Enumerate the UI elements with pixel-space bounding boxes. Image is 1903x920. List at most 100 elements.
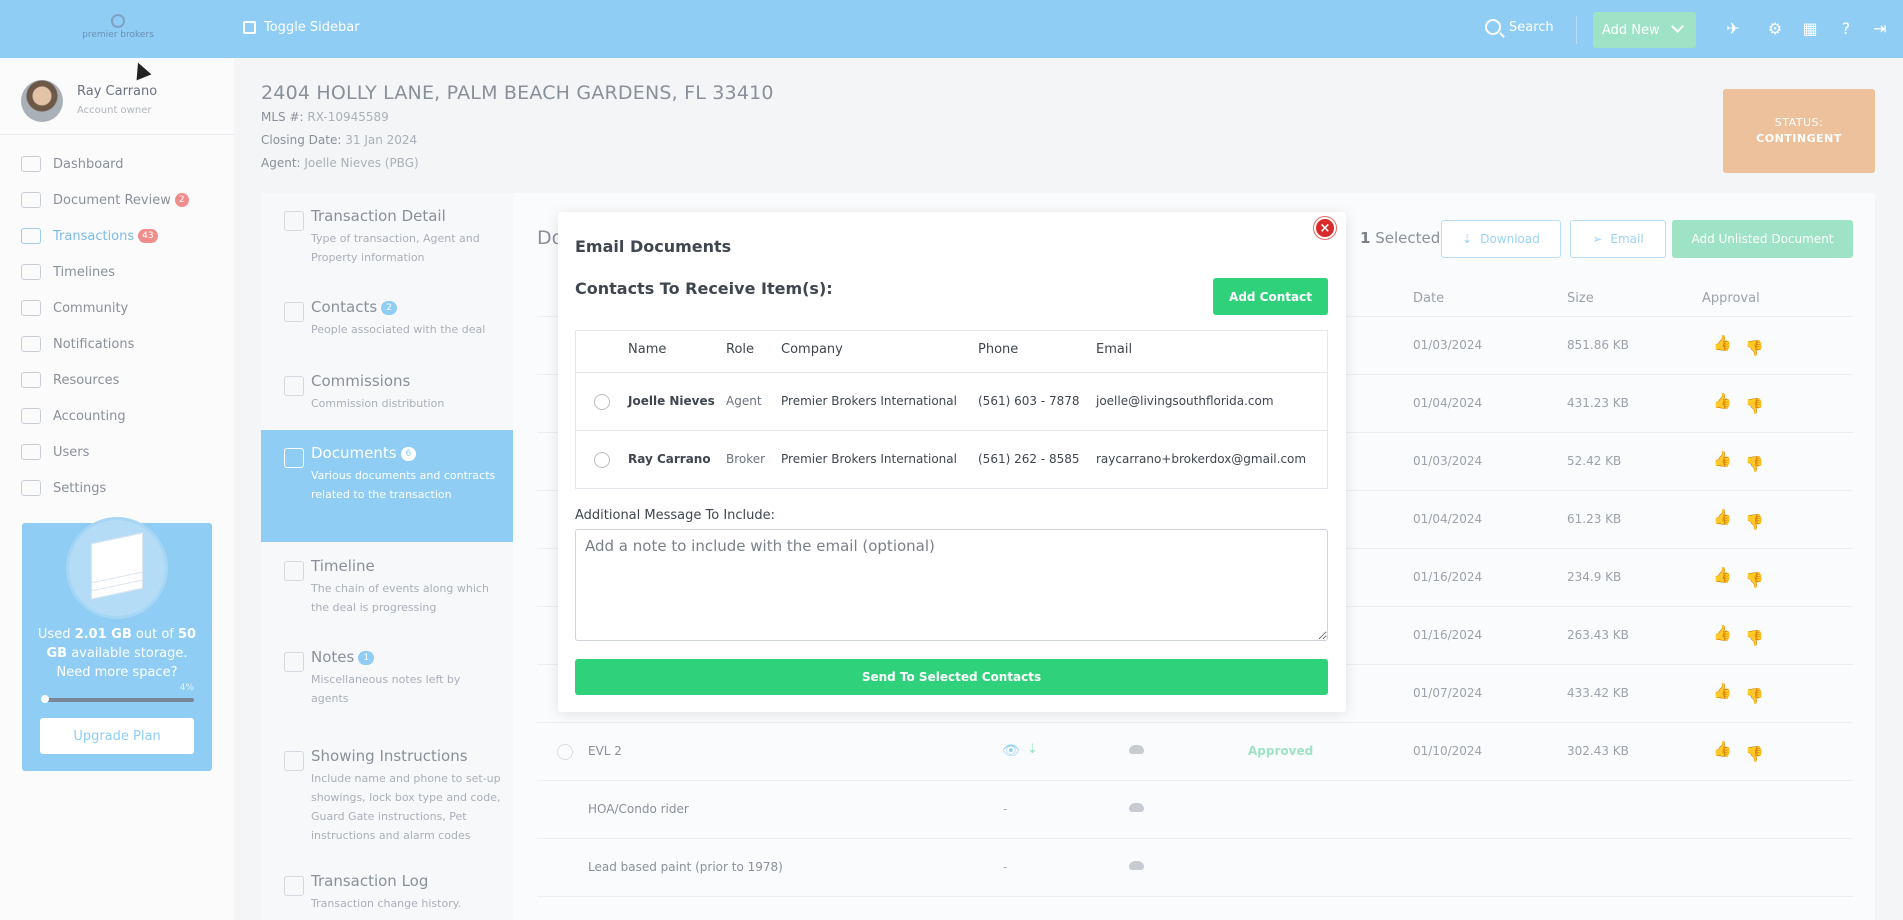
- timeline-icon: [284, 561, 304, 581]
- table-row[interactable]: HOA/Condo rider -: [537, 781, 1853, 839]
- company-logo[interactable]: premier brokers: [80, 14, 156, 46]
- timelines-icon: [21, 264, 41, 280]
- thumbs-up-icon[interactable]: 👍: [1713, 740, 1732, 758]
- property-address: 2404 HOLLY LANE, PALM BEACH GARDENS, FL …: [261, 82, 774, 104]
- storage-papers-icon: [66, 517, 168, 619]
- count-badge: 2: [174, 193, 189, 207]
- add-contact-button[interactable]: Add Contact: [1213, 278, 1328, 315]
- storage-progress-handle: [41, 695, 49, 703]
- column-size[interactable]: Size: [1567, 291, 1594, 306]
- sidebar-item-transactions[interactable]: Transactions 43: [21, 226, 158, 246]
- contacts-table-header: Name Role Company Phone Email: [576, 331, 1327, 373]
- sidebar-item-users[interactable]: Users: [21, 442, 89, 462]
- tab-transaction-log[interactable]: Transaction Log Transaction change histo…: [261, 858, 513, 920]
- sidebar-divider: [0, 134, 234, 135]
- count-badge: 2: [381, 301, 397, 315]
- cloud-upload-icon[interactable]: [1129, 803, 1144, 812]
- tab-description: Type of transaction, Agent and Property …: [311, 232, 480, 264]
- tab-timeline[interactable]: Timeline The chain of events along which…: [261, 543, 513, 631]
- sidebar-item-resources[interactable]: Resources: [21, 370, 119, 390]
- sidebar-toggle-icon: [243, 21, 256, 34]
- calculator-icon[interactable]: ▦: [1801, 20, 1819, 38]
- thumbs-up-icon[interactable]: 👍: [1713, 450, 1732, 468]
- thumbs-down-icon[interactable]: 👎: [1745, 571, 1764, 589]
- add-unlisted-document-button[interactable]: Add Unlisted Document: [1672, 220, 1853, 258]
- count-badge: 6: [400, 447, 417, 461]
- avatar[interactable]: [21, 80, 63, 122]
- column-date[interactable]: Date: [1413, 291, 1444, 306]
- row-select-radio[interactable]: [557, 744, 573, 760]
- send-to-selected-contacts-button[interactable]: Send To Selected Contacts: [575, 659, 1328, 695]
- community-icon: [21, 300, 41, 316]
- table-row[interactable]: Lead based paint (prior to 1978) -: [537, 839, 1853, 897]
- sidebar-item-label: Notifications: [53, 336, 135, 352]
- search-button[interactable]: Search: [1485, 19, 1554, 35]
- thumbs-down-icon[interactable]: 👎: [1745, 455, 1764, 473]
- thumbs-up-icon[interactable]: 👍: [1713, 682, 1732, 700]
- tab-documents[interactable]: Documents 6 Various documents and contrac…: [261, 430, 513, 542]
- add-new-dropdown[interactable]: Add New: [1593, 12, 1696, 48]
- transaction-tabs: Transaction Detail Type of transaction, …: [261, 193, 513, 920]
- tab-description: The chain of events along which the deal…: [311, 582, 489, 614]
- cloud-upload-icon[interactable]: [1129, 861, 1144, 870]
- thumbs-down-icon[interactable]: 👎: [1745, 629, 1764, 647]
- eye-icon[interactable]: 👁: [1002, 743, 1020, 759]
- users-icon: [21, 444, 41, 460]
- download-button[interactable]: ⇣ Download: [1441, 220, 1561, 258]
- top-bar: premier brokers Toggle Sidebar Search Ad…: [0, 0, 1903, 58]
- approval-status: Approved: [1248, 744, 1314, 758]
- thumbs-down-icon[interactable]: 👎: [1745, 513, 1764, 531]
- sidebar-item-document-review[interactable]: Document Review 2: [21, 190, 189, 210]
- sidebar-item-notifications[interactable]: Notifications: [21, 334, 134, 354]
- contact-select-radio[interactable]: [594, 394, 610, 410]
- thumbs-down-icon[interactable]: 👎: [1745, 745, 1764, 763]
- thumbs-down-icon[interactable]: 👎: [1745, 397, 1764, 415]
- thumbs-up-icon[interactable]: 👍: [1713, 566, 1732, 584]
- status-value: CONTINGENT: [1756, 132, 1842, 145]
- tab-showing-instructions[interactable]: Showing Instructions Include name and ph…: [261, 733, 513, 843]
- message-textarea[interactable]: [575, 529, 1328, 641]
- logout-icon[interactable]: ⇥: [1871, 20, 1889, 38]
- close-icon[interactable]: ×: [1314, 217, 1336, 239]
- tab-notes[interactable]: Notes 1 Miscellaneous notes left by agent…: [261, 634, 513, 722]
- tab-description: People associated with the deal: [311, 323, 486, 336]
- contact-row[interactable]: Joelle Nieves Agent Premier Brokers Inte…: [576, 373, 1327, 431]
- toggle-sidebar-button[interactable]: Toggle Sidebar: [243, 20, 360, 35]
- message-label: Additional Message To Include:: [575, 508, 776, 523]
- sidebar-item-label: Accounting: [53, 408, 126, 424]
- sidebar-item-label: Transactions: [53, 228, 135, 244]
- resources-icon: [21, 372, 41, 388]
- document-name[interactable]: EVL 2: [588, 744, 622, 758]
- tab-title: Documents 6: [311, 444, 417, 462]
- selected-count: 1 Selected: [1360, 229, 1441, 247]
- tab-description: Commission distribution: [311, 397, 445, 410]
- table-row[interactable]: EVL 2 👁 ⇣ Approved 01/10/2024 302.43 KB …: [537, 723, 1853, 781]
- sidebar-item-timelines[interactable]: Timelines: [21, 262, 115, 282]
- gear-icon[interactable]: ⚙: [1766, 20, 1784, 38]
- sidebar-item-accounting[interactable]: Accounting: [21, 406, 126, 426]
- thumbs-up-icon[interactable]: 👍: [1713, 508, 1732, 526]
- tab-description: Transaction change history.: [311, 897, 462, 910]
- thumbs-up-icon[interactable]: 👍: [1713, 334, 1732, 352]
- email-button[interactable]: ➢ Email: [1570, 220, 1666, 258]
- thumbs-up-icon[interactable]: 👍: [1713, 392, 1732, 410]
- tab-transaction-detail[interactable]: Transaction Detail Type of transaction, …: [261, 193, 513, 281]
- tab-title: Transaction Log: [311, 872, 429, 890]
- contact-select-radio[interactable]: [594, 452, 610, 468]
- upgrade-plan-button[interactable]: Upgrade Plan: [40, 718, 194, 754]
- topbar-divider: [1576, 16, 1577, 44]
- sidebar-item-settings[interactable]: Settings: [21, 478, 106, 498]
- sidebar-item-community[interactable]: Community: [21, 298, 128, 318]
- download-icon[interactable]: ⇣: [1027, 742, 1038, 757]
- thumbs-down-icon[interactable]: 👎: [1745, 687, 1764, 705]
- sidebar-item-label: Users: [53, 444, 90, 460]
- help-icon[interactable]: ?: [1837, 20, 1855, 38]
- contact-row[interactable]: Ray Carrano Broker Premier Brokers Inter…: [576, 431, 1327, 489]
- sidebar-item-dashboard[interactable]: Dashboard: [21, 154, 124, 174]
- thumbs-down-icon[interactable]: 👎: [1745, 339, 1764, 357]
- storage-progress-bar: [42, 698, 194, 702]
- thumbs-up-icon[interactable]: 👍: [1713, 624, 1732, 642]
- cloud-upload-icon[interactable]: [1129, 745, 1144, 754]
- transactions-icon: [21, 228, 41, 244]
- announcement-icon[interactable]: ✈: [1724, 20, 1742, 38]
